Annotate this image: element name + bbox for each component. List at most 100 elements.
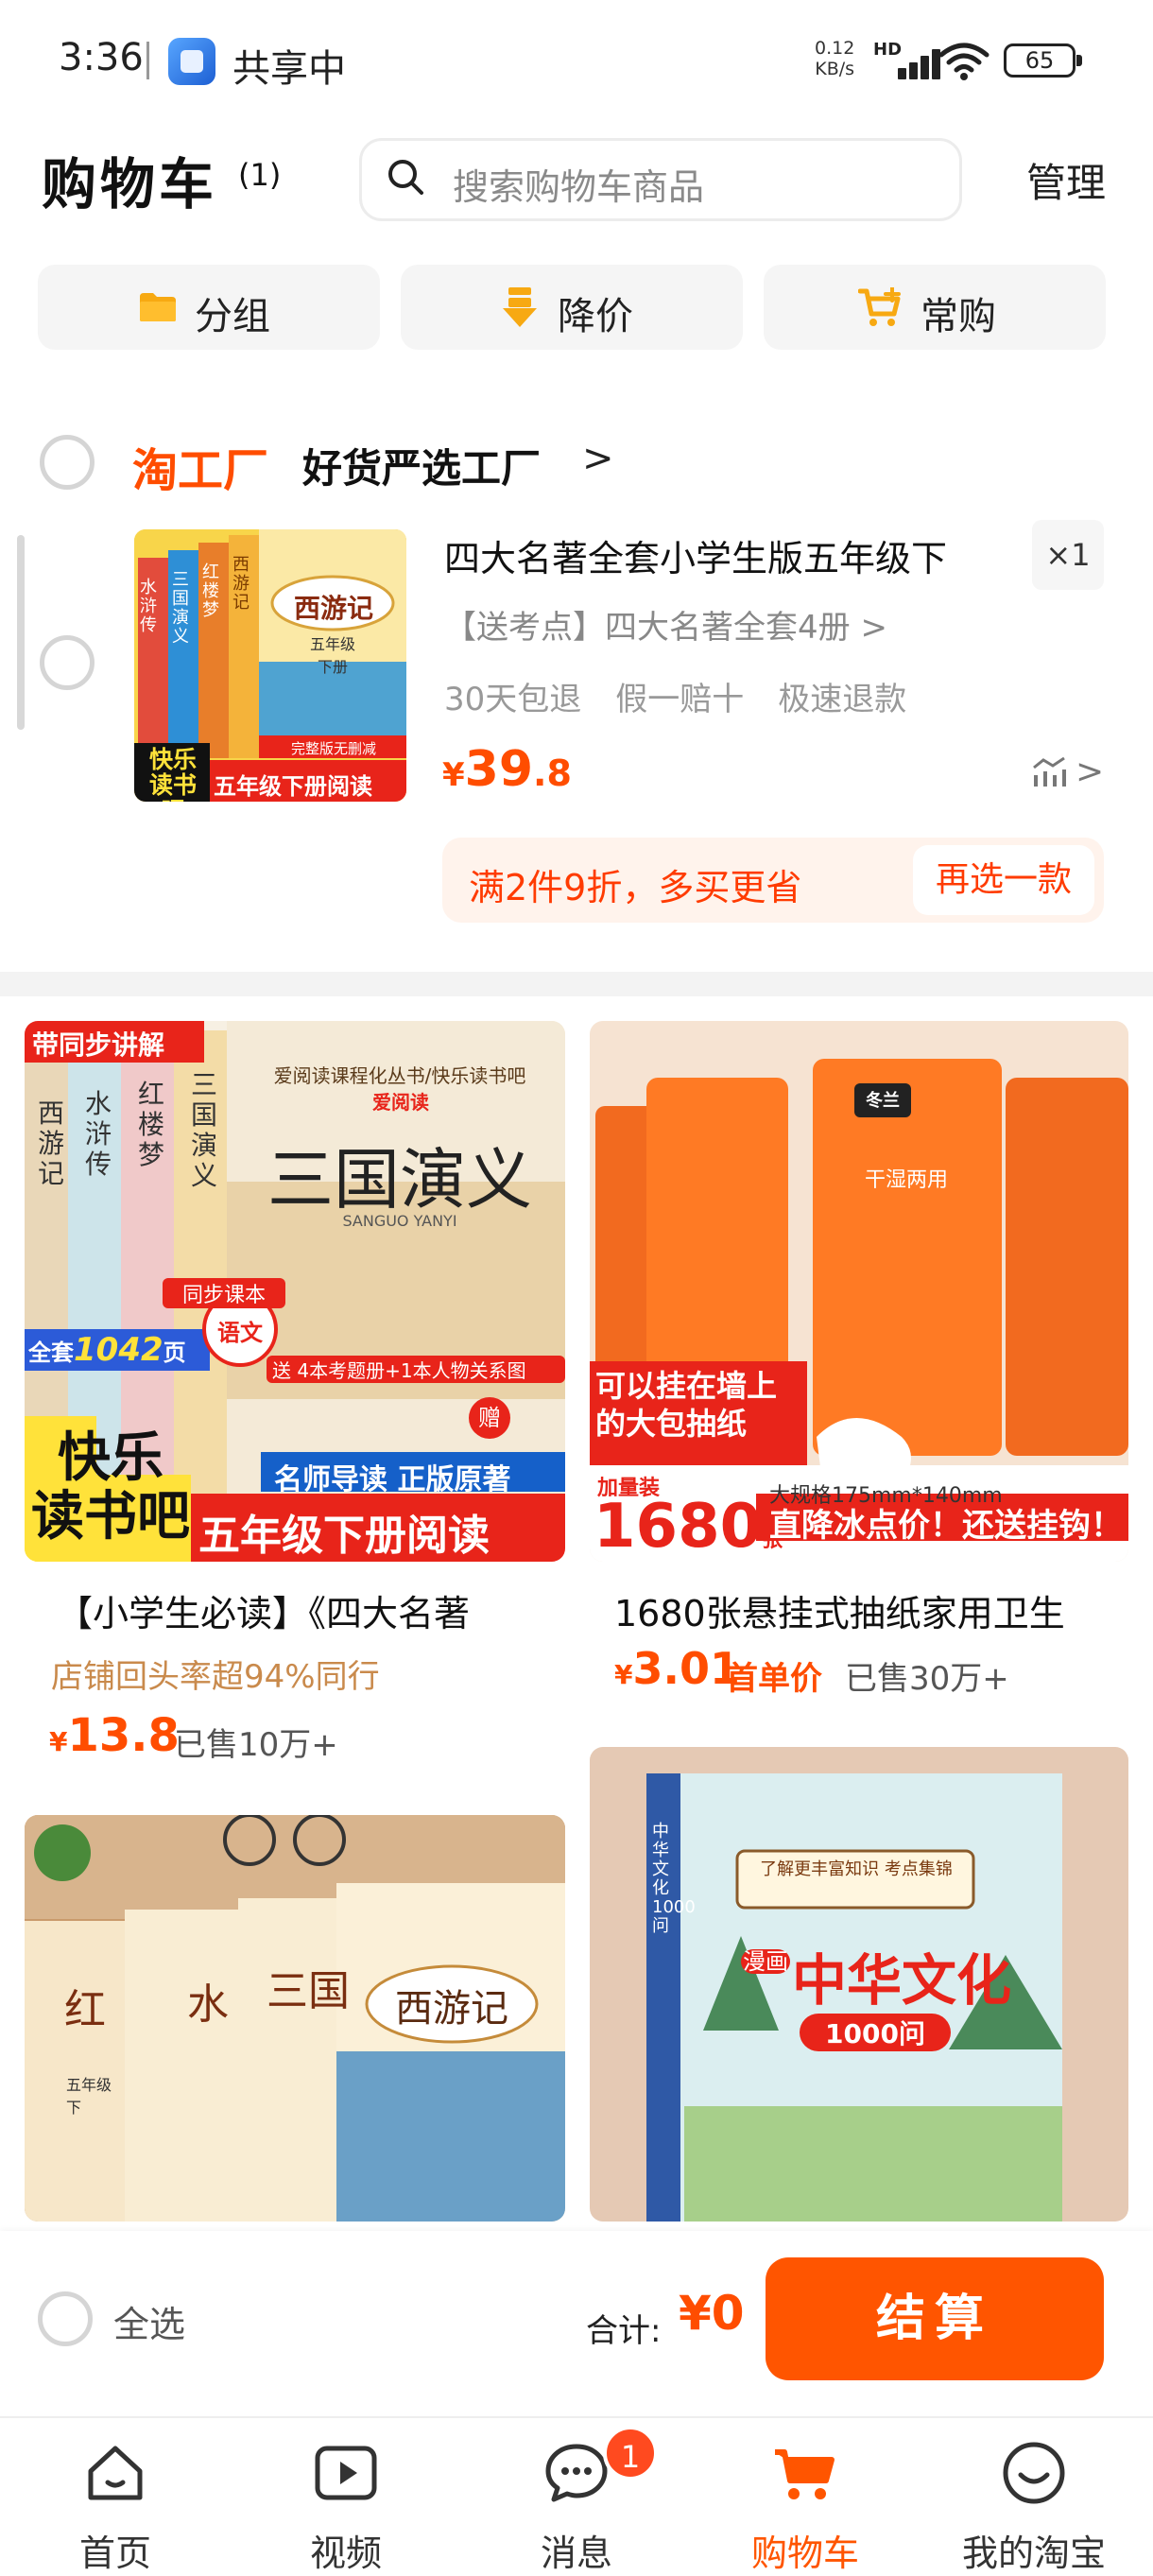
network-speed: 0.12 KB/s <box>815 38 854 79</box>
net-speed-unit: KB/s <box>815 59 855 79</box>
badge-grade-reading: 五年级下册阅读 <box>214 773 372 800</box>
cart-count: (1) <box>238 157 282 193</box>
book-grade: 五年级下册 <box>309 635 355 676</box>
rec-badge-line-1: 快乐 <box>58 1427 163 1489</box>
folder-icon <box>140 293 176 321</box>
search-icon <box>388 160 423 195</box>
tab-cart-label: 购物车 <box>750 2533 859 2574</box>
shop-chevron-icon: > <box>582 437 614 480</box>
screen-share-icon <box>168 38 215 85</box>
tab-cart[interactable]: 购物车 <box>730 2429 881 2574</box>
quantity-stepper[interactable]: ×1 <box>1032 520 1104 590</box>
scroll-indicator <box>17 535 25 730</box>
rec-spine-3: 红楼梦 <box>138 1079 165 1170</box>
checkout-button[interactable]: 结算 <box>766 2257 1104 2380</box>
rec-sync-label: 同步课本 <box>163 1278 285 1308</box>
promo-text: 满2件9折，多买更省 <box>469 867 802 908</box>
rec2-count: 1680张 <box>594 1492 783 1562</box>
shop-select-checkbox[interactable] <box>40 435 95 490</box>
cart-plus-icon <box>858 287 901 326</box>
tab-video-label: 视频 <box>309 2533 382 2574</box>
price-drop-button[interactable]: 降价 <box>401 265 743 350</box>
shop-name-link[interactable]: 好货严选工厂 <box>302 437 541 494</box>
status-time: 3:36 <box>59 36 144 79</box>
rec-series: 爱阅读课程化丛书/快乐读书吧 <box>273 1064 526 1087</box>
rec-product-image-2[interactable]: 冬兰 干湿两用 可以挂在墙上的大包抽纸 大规格175mm*140mm 加量装 1… <box>590 1021 1128 1562</box>
rec4-count: 1000问 <box>800 2014 951 2051</box>
rec-corner-label: 带同步讲解 <box>32 1029 165 1061</box>
home-icon <box>88 2446 143 2500</box>
profile-icon <box>1003 2442 1065 2504</box>
frequent-buy-label: 常购 <box>921 295 996 338</box>
manage-button[interactable]: 管理 <box>1026 151 1106 209</box>
search-placeholder: 搜索购物车商品 <box>453 166 705 208</box>
tab-home[interactable]: 首页 <box>40 2429 191 2574</box>
rec-book-title: 三国演义 <box>267 1141 532 1219</box>
rec3-book-2: 水 <box>187 1980 229 2029</box>
rec-price-2: ¥3.01 <box>614 1643 740 1694</box>
rec-gift-line: 送 4本考题册+1本人物关系图 <box>267 1356 565 1383</box>
rec-subtitle-1: 店铺回头率超94%同行 <box>51 1658 380 1696</box>
chevron-right-icon[interactable]: > <box>1076 752 1104 791</box>
cart-icon <box>775 2449 835 2499</box>
price-trend-icon[interactable] <box>1030 756 1068 788</box>
badge-happy-reading: 快乐读书吧 <box>148 746 197 802</box>
add-another-button[interactable]: 再选一款 <box>913 845 1094 915</box>
rec3-grade: 五年级下 <box>66 2076 112 2117</box>
rec-grade: 五年级下册阅读 <box>198 1512 490 1560</box>
rec-title-2[interactable]: 1680张悬挂式抽纸家用卫生 <box>614 1584 1065 1636</box>
page-title: 购物车 <box>42 152 218 216</box>
rec-gift-badge: 赠 <box>469 1397 510 1439</box>
select-all-label[interactable]: 全选 <box>113 2295 185 2347</box>
rec-badge-line-2: 读书吧 <box>31 1486 190 1547</box>
video-icon <box>315 2446 377 2500</box>
group-button[interactable]: 分组 <box>38 265 380 350</box>
tab-home-label: 首页 <box>78 2533 151 2574</box>
tag-refund: 极速退款 <box>778 681 907 718</box>
shop-brand-logo: 淘工厂 <box>132 444 269 497</box>
rec4-top: 了解更丰富知识 考点集锦 <box>760 1859 953 1879</box>
status-bar: 3:36 共享中 0.12 KB/s HD 65 <box>0 0 1153 123</box>
rec3-book-1: 红 <box>64 1986 106 2034</box>
rec-product-image-1[interactable]: 带同步讲解 爱阅读课程化丛书/快乐读书吧 爱阅读 三国演义 SANGUO YAN… <box>25 1021 565 1562</box>
item-select-checkbox[interactable] <box>40 635 95 690</box>
rec-logo: 爱阅读 <box>372 1091 429 1114</box>
rec-pages: 全套1042页 <box>28 1331 186 1369</box>
service-tags: 30天包退 假一赔十 极速退款 <box>444 673 940 719</box>
spine-3: 红楼梦 <box>202 562 219 620</box>
rec-price-value-1: 13.8 <box>67 1709 180 1762</box>
tab-profile-label: 我的淘宝 <box>961 2533 1106 2574</box>
product-image[interactable]: 水浒传 三国演义 红楼梦 西游记 西游记 五年级下册 完整版无删减 快乐读书吧 … <box>134 529 406 802</box>
rec-title-1[interactable]: 【小学生必读】《四大名著 <box>57 1584 470 1636</box>
rec-price-symbol-1: ¥ <box>49 1726 68 1757</box>
rec4-prefix: 漫画 <box>741 1948 790 1975</box>
rec-product-image-3[interactable]: 红 水 三国 西游记 五年级下 <box>25 1815 565 2222</box>
tab-messages-label: 消息 <box>540 2533 612 2574</box>
rec3-book-4: 西游记 <box>395 1987 508 2031</box>
tab-video[interactable]: 视频 <box>270 2429 422 2574</box>
total-label: 合计: <box>586 2312 662 2350</box>
price-decimal: .8 <box>533 752 572 794</box>
rec-product-image-4[interactable]: 了解更丰富知识 考点集锦 漫画 中华文化 1000问 中华文化1000问 <box>590 1747 1128 2222</box>
select-all-checkbox[interactable] <box>38 2291 93 2346</box>
tag-return: 30天包退 <box>444 681 582 718</box>
share-status: 共享中 <box>232 47 346 91</box>
item-title[interactable]: 四大名著全套小学生版五年级下 <box>444 529 947 581</box>
battery-indicator: 65 <box>1004 43 1082 78</box>
sku-selector[interactable]: 【送考点】四大名著全套4册 > <box>444 601 887 648</box>
rec-price-tag-2: 首单价 <box>726 1660 822 1698</box>
rec2-pack-label: 干湿两用 <box>864 1168 948 1192</box>
search-input[interactable]: 搜索购物车商品 <box>359 138 962 221</box>
message-badge: 1 <box>603 2426 658 2481</box>
rec-badge-1: 快乐 读书吧 <box>30 1429 191 1547</box>
frequent-buy-button[interactable]: 常购 <box>764 265 1106 350</box>
tab-profile[interactable]: 我的淘宝 <box>958 2429 1110 2574</box>
rec-sold-1: 已售10万+ <box>174 1726 338 1764</box>
rec-pages-prefix: 全套 <box>28 1340 74 1366</box>
rec-price-value-2: 3.01 <box>632 1643 740 1694</box>
total-value: ¥0 <box>679 2286 745 2341</box>
rec-price-symbol-2: ¥ <box>614 1659 633 1690</box>
net-speed-value: 0.12 <box>815 38 855 59</box>
rec-subject: 语文 <box>217 1320 263 1346</box>
rec3-book-3: 三国 <box>267 1967 350 2015</box>
